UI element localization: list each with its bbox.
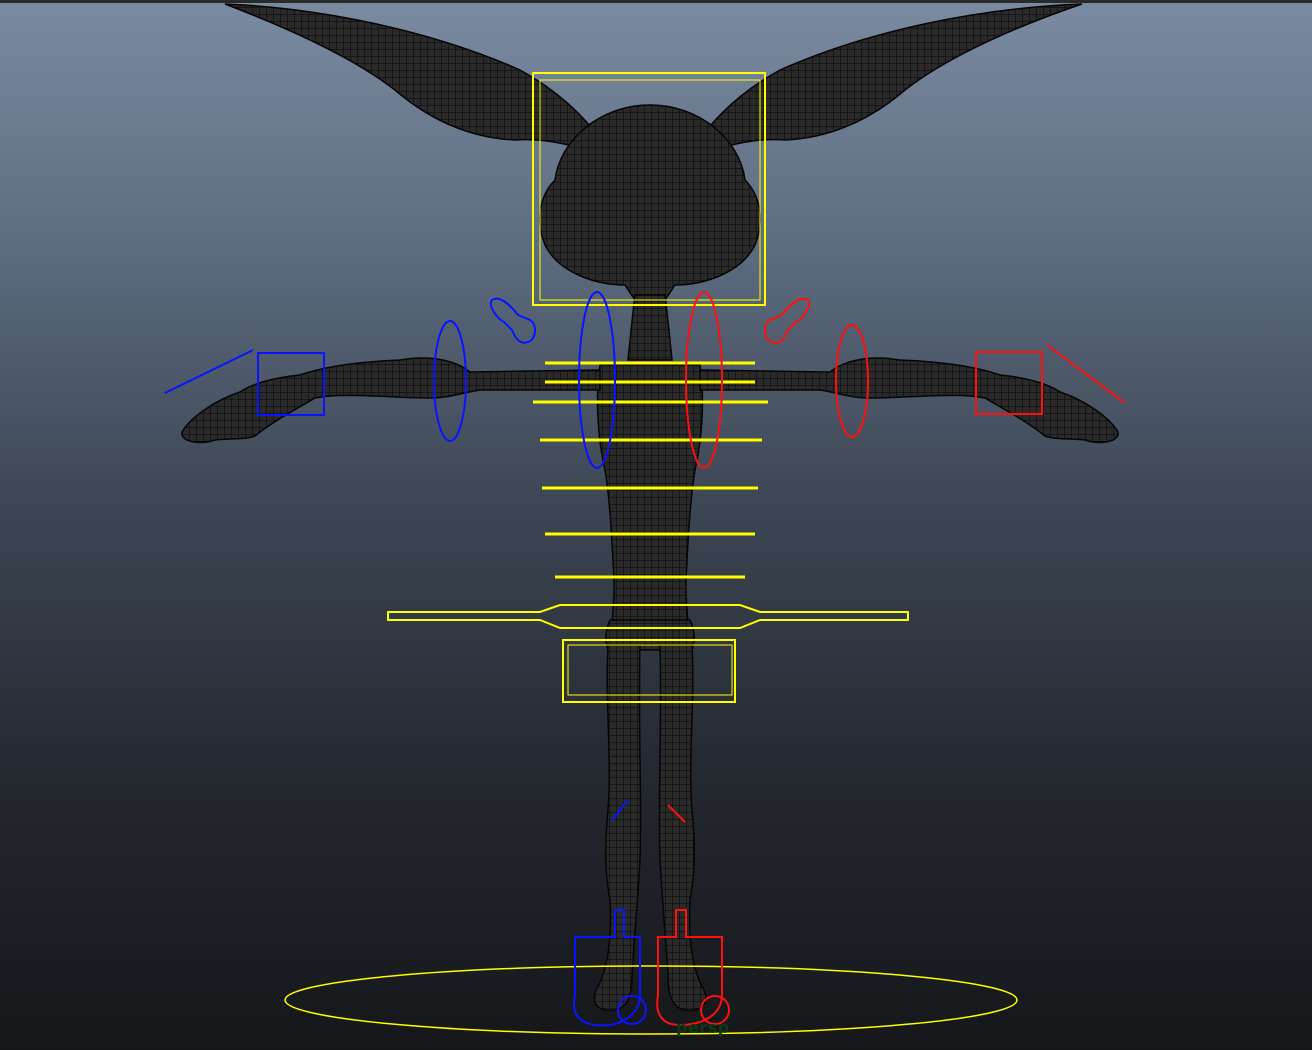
right-ear-mesh[interactable] <box>688 3 1083 162</box>
right-leg-mesh[interactable] <box>658 644 707 1012</box>
left-ear-mesh[interactable] <box>224 3 612 162</box>
left-clavicle-control[interactable] <box>490 297 536 344</box>
right-arm-mesh[interactable] <box>699 357 1119 444</box>
camera-name-label: persp <box>676 1018 730 1037</box>
scene-canvas[interactable] <box>0 0 1312 1050</box>
character-mesh[interactable] <box>181 3 1119 1012</box>
left-leg-mesh[interactable] <box>593 644 642 1012</box>
left-ball-control[interactable] <box>617 995 647 1025</box>
pelvis-control-inner[interactable] <box>567 644 733 696</box>
right-clavicle-control[interactable] <box>764 297 810 344</box>
root-control[interactable] <box>284 965 1018 1035</box>
maya-viewport[interactable]: persp <box>0 0 1312 1050</box>
left-arm-mesh[interactable] <box>181 357 601 444</box>
left-hand-pointer[interactable] <box>164 349 254 394</box>
